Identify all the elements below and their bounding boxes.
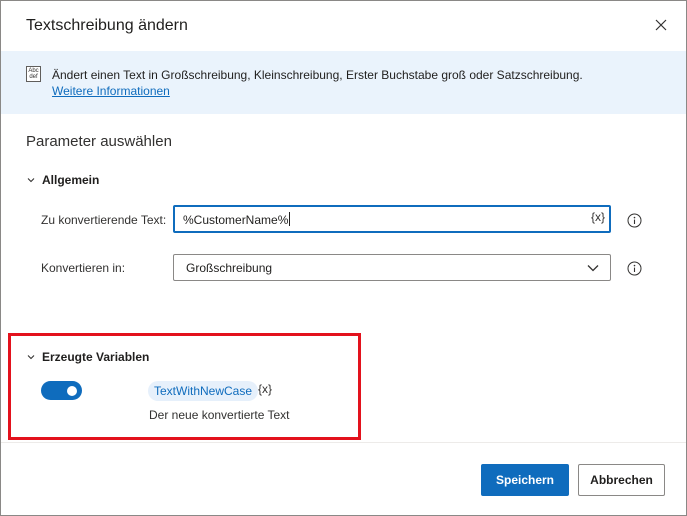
toggle-knob — [67, 385, 77, 396]
variable-toggle[interactable] — [41, 381, 82, 400]
section-title: Parameter auswählen — [26, 133, 172, 150]
variable-description: Der neue konvertierte Text — [149, 408, 290, 422]
footer-divider — [1, 442, 686, 443]
text-to-convert-input[interactable]: %CustomerName% — [173, 205, 611, 233]
text-to-convert-value: %CustomerName% — [183, 212, 291, 227]
info-bar — [1, 51, 686, 114]
group-header-label: Allgemein — [42, 173, 100, 187]
dialog: Textschreibung ändern Abc def Ändert ein… — [0, 0, 687, 516]
dialog-titlebar: Textschreibung ändern — [1, 1, 686, 51]
info-circle-icon[interactable] — [627, 261, 642, 276]
variable-name-chip[interactable]: TextWithNewCase — [148, 381, 259, 401]
info-circle-icon[interactable] — [627, 213, 642, 228]
group-header-variables[interactable]: Erzeugte Variablen — [26, 350, 149, 364]
convert-to-select[interactable]: Großschreibung — [173, 254, 611, 281]
info-description: Ändert einen Text in Großschreibung, Kle… — [52, 68, 583, 82]
close-icon — [655, 19, 667, 31]
more-info-link[interactable]: Weitere Informationen — [52, 84, 170, 98]
convert-to-label: Konvertieren in: — [41, 261, 126, 275]
text-to-convert-label: Zu konvertierende Text: — [41, 213, 167, 227]
variable-picker-button[interactable]: {x} — [258, 382, 272, 396]
text-case-icon: Abc def — [26, 66, 41, 82]
save-button[interactable]: Speichern — [481, 464, 569, 496]
close-button[interactable] — [650, 14, 672, 36]
chevron-down-icon — [587, 265, 599, 272]
insert-variable-button[interactable]: {x} — [591, 210, 605, 224]
group-header-general[interactable]: Allgemein — [26, 173, 99, 187]
chevron-down-icon — [27, 178, 35, 183]
chevron-down-icon — [27, 355, 35, 360]
group-header-label: Erzeugte Variablen — [42, 350, 150, 364]
convert-to-value: Großschreibung — [186, 261, 273, 275]
dialog-title: Textschreibung ändern — [26, 17, 188, 34]
cancel-button[interactable]: Abbrechen — [578, 464, 665, 496]
text-caret — [289, 212, 291, 226]
